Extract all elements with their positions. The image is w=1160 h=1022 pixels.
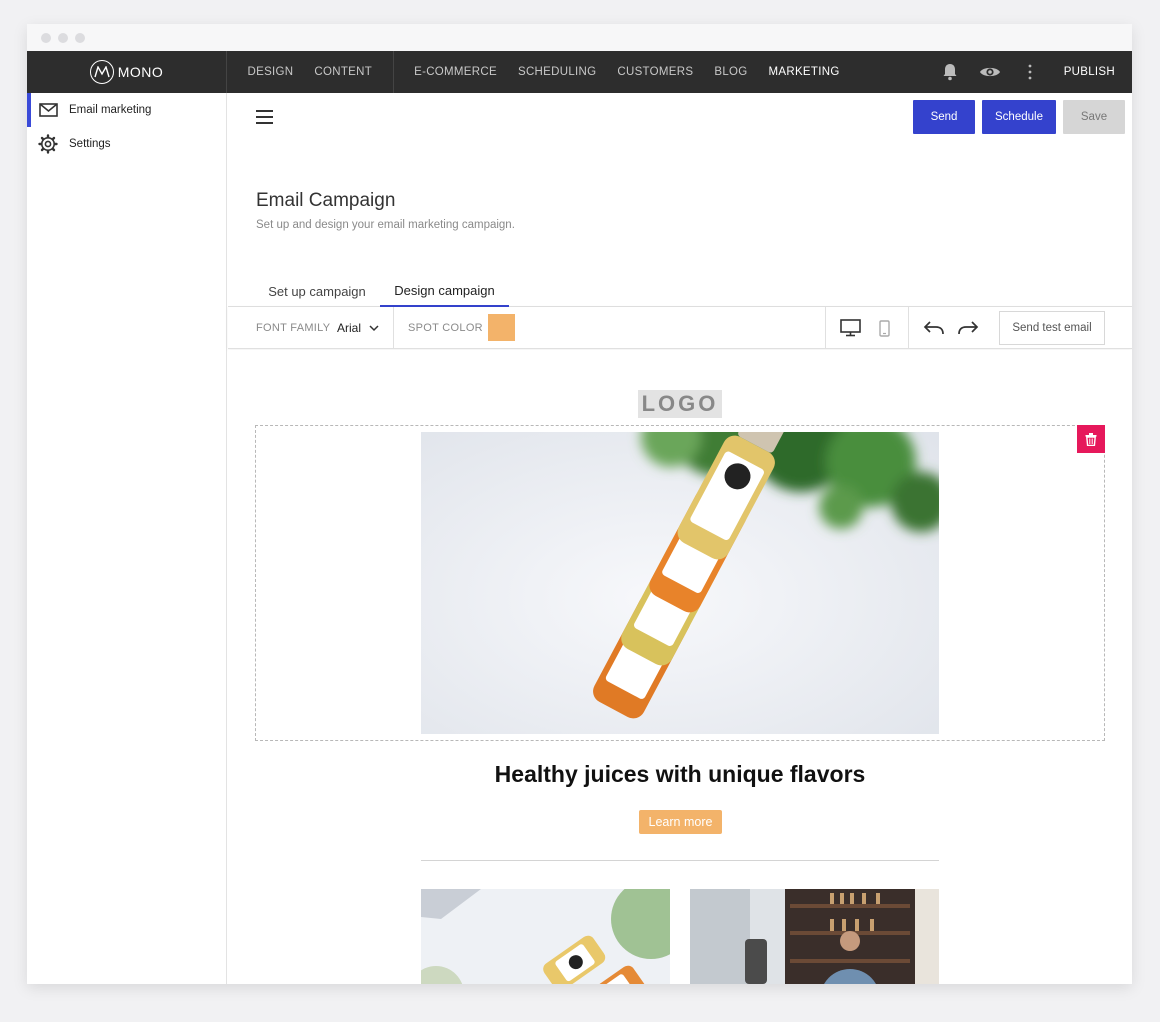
undo-icon[interactable]: [917, 307, 951, 349]
delete-block-icon[interactable]: [1077, 425, 1105, 453]
bell-icon[interactable]: [930, 63, 970, 81]
design-toolbar: FONT FAMILY Arial SPOT COLOR Send test e…: [228, 307, 1132, 349]
window-titlebar: [27, 24, 1132, 51]
nav-right-tools: PUBLISH: [930, 51, 1132, 93]
email-divider: [421, 860, 939, 861]
font-family-label: FONT FAMILY: [256, 322, 331, 334]
nav-group-site: DESIGN CONTENT: [227, 51, 394, 93]
tab-set-up-campaign[interactable]: Set up campaign: [256, 276, 378, 307]
menu-icon[interactable]: [256, 110, 276, 126]
learn-more-button[interactable]: Learn more: [639, 810, 722, 834]
sidebar-item-label: Settings: [69, 138, 111, 150]
product-image-2[interactable]: [690, 889, 939, 984]
sidebar: Email marketing Settings: [27, 93, 227, 984]
redo-icon[interactable]: [951, 307, 985, 349]
main-content: Send Schedule Save Email Campaign Set up…: [228, 93, 1132, 984]
window-close-dot[interactable]: [41, 32, 51, 43]
sidebar-item-label: Email marketing: [69, 104, 152, 116]
toolbar-divider: [908, 307, 909, 349]
chevron-down-icon: [369, 321, 379, 335]
toolbar-divider: [393, 307, 394, 349]
font-family-select[interactable]: Arial: [337, 307, 379, 349]
email-logo-placeholder[interactable]: LOGO: [638, 390, 722, 418]
nav-item-ecommerce[interactable]: E-COMMERCE: [404, 66, 508, 78]
spot-color-swatch[interactable]: [488, 314, 515, 341]
page-title: Email Campaign: [256, 190, 396, 211]
nav-group-apps: E-COMMERCE SCHEDULING CUSTOMERS BLOG MAR…: [394, 51, 860, 93]
schedule-button[interactable]: Schedule: [982, 100, 1056, 134]
page-subtitle: Set up and design your email marketing c…: [256, 219, 515, 231]
email-headline[interactable]: Healthy juices with unique flavors: [228, 761, 1132, 788]
product-image-1[interactable]: [421, 889, 670, 984]
eye-icon[interactable]: [970, 65, 1010, 79]
gear-icon: [38, 134, 58, 154]
nav-item-scheduling[interactable]: SCHEDULING: [507, 66, 606, 78]
send-button[interactable]: Send: [913, 100, 975, 134]
publish-button[interactable]: PUBLISH: [1050, 66, 1132, 78]
top-navigation: MONO DESIGN CONTENT E-COMMERCE SCHEDULIN…: [27, 51, 1132, 93]
nav-item-design[interactable]: DESIGN: [237, 66, 304, 78]
sidebar-item-settings[interactable]: Settings: [27, 127, 226, 161]
nav-item-customers[interactable]: CUSTOMERS: [607, 66, 704, 78]
tab-design-campaign[interactable]: Design campaign: [380, 276, 509, 307]
send-test-email-button[interactable]: Send test email: [999, 311, 1105, 345]
hero-image-block[interactable]: [255, 425, 1105, 741]
sidebar-item-email-marketing[interactable]: Email marketing: [27, 93, 226, 127]
nav-item-marketing[interactable]: MARKETING: [758, 66, 850, 78]
window-maximize-dot[interactable]: [75, 32, 85, 43]
mail-icon: [38, 100, 58, 120]
mobile-icon[interactable]: [867, 307, 901, 349]
app-window: MONO DESIGN CONTENT E-COMMERCE SCHEDULIN…: [27, 24, 1132, 984]
spot-color-label: SPOT COLOR: [408, 322, 483, 334]
save-button[interactable]: Save: [1063, 100, 1125, 134]
nav-item-content[interactable]: CONTENT: [304, 66, 383, 78]
desktop-icon[interactable]: [833, 307, 867, 349]
email-canvas: LOGO Healthy juices with unique flavors …: [228, 350, 1132, 984]
brand-name: MONO: [117, 64, 164, 80]
campaign-tabs: Set up campaign Design campaign: [228, 276, 1132, 307]
hero-image[interactable]: [421, 432, 939, 734]
more-vertical-icon[interactable]: [1010, 64, 1050, 80]
window-minimize-dot[interactable]: [58, 32, 68, 43]
brand-logo[interactable]: MONO: [27, 51, 227, 93]
nav-item-blog[interactable]: BLOG: [704, 66, 758, 78]
brand-mark-icon: [89, 60, 114, 84]
toolbar-divider: [825, 307, 826, 349]
font-family-value: Arial: [337, 321, 362, 335]
